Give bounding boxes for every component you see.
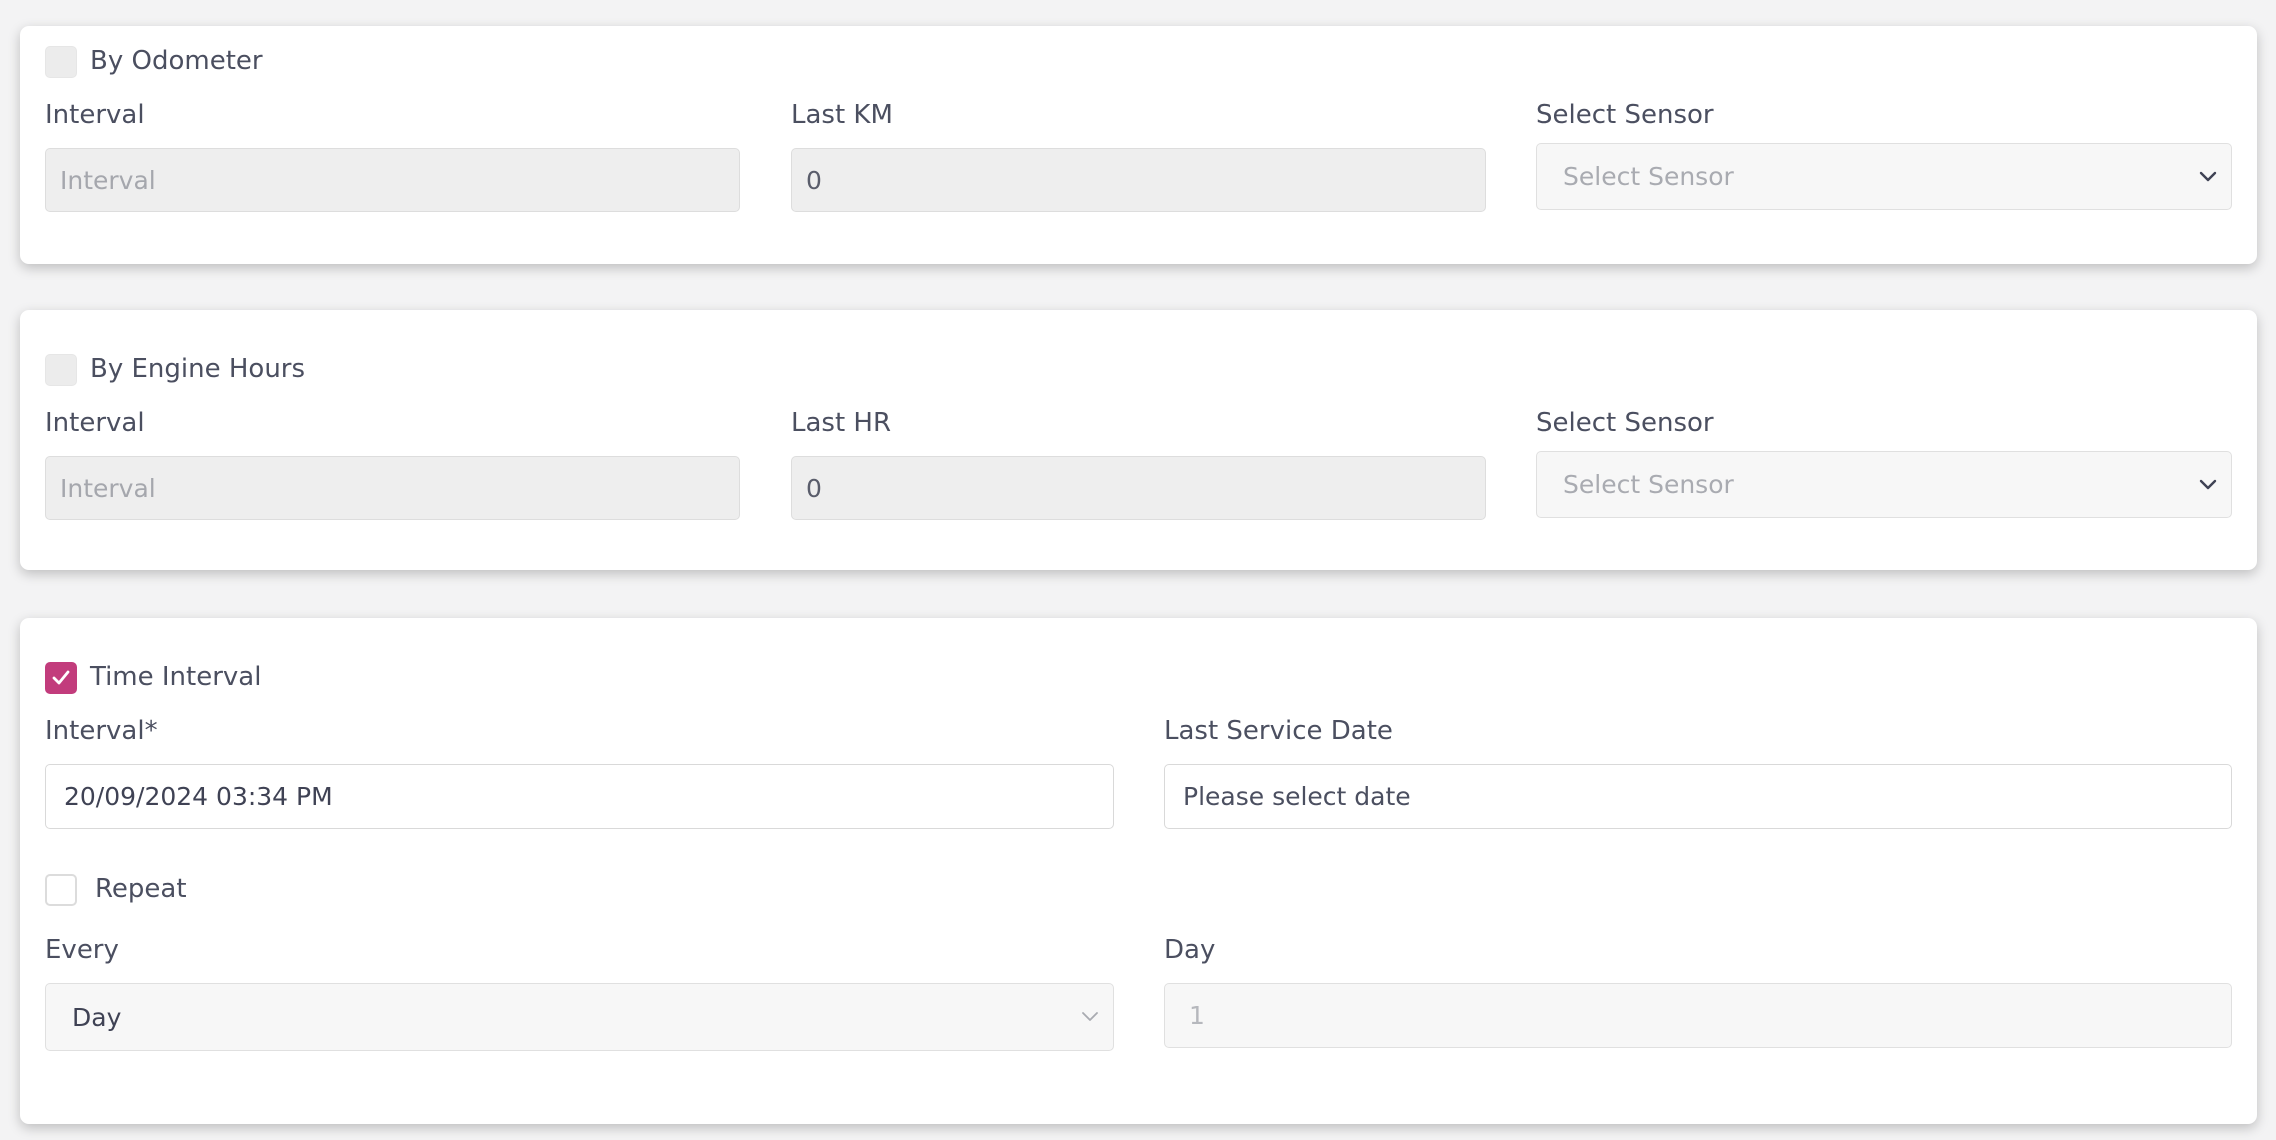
chevron-down-icon	[1082, 1012, 1098, 1021]
odometer-last-km-label: Last KM	[791, 100, 893, 130]
chevron-down-icon	[2199, 171, 2217, 181]
day-value: 1	[1189, 1001, 1205, 1030]
odometer-card: By Odometer Interval Interval Last KM 0 …	[20, 26, 2257, 264]
day-label: Day	[1164, 935, 1216, 965]
time-interval-checkbox-label: Time Interval	[90, 662, 262, 692]
odometer-interval-placeholder: Interval	[60, 165, 156, 195]
checkmark-icon	[52, 670, 70, 685]
odometer-sensor-label: Select Sensor	[1536, 100, 1714, 130]
engine-hours-last-hr-label: Last HR	[791, 408, 892, 438]
day-input[interactable]: 1	[1164, 983, 2232, 1048]
repeat-checkbox[interactable]	[45, 874, 77, 906]
engine-hours-last-hr-input[interactable]: 0	[791, 456, 1486, 520]
time-interval-card: Time Interval Interval* 20/09/2024 03:34…	[20, 618, 2257, 1124]
odometer-sensor-select[interactable]: Select Sensor	[1536, 143, 2232, 210]
odometer-last-km-input[interactable]: 0	[791, 148, 1486, 212]
engine-hours-interval-label: Interval	[45, 408, 145, 438]
engine-hours-interval-placeholder: Interval	[60, 473, 156, 503]
engine-hours-last-hr-value: 0	[806, 473, 822, 503]
time-interval-interval-label: Interval*	[45, 716, 158, 746]
odometer-interval-label: Interval	[45, 100, 145, 130]
engine-hours-interval-input[interactable]: Interval	[45, 456, 740, 520]
odometer-checkbox-label: By Odometer	[90, 46, 263, 76]
engine-hours-card: By Engine Hours Interval Interval Last H…	[20, 310, 2257, 570]
last-service-date-placeholder: Please select date	[1183, 782, 1411, 811]
time-interval-interval-input[interactable]: 20/09/2024 03:34 PM	[45, 764, 1114, 829]
engine-hours-sensor-select[interactable]: Select Sensor	[1536, 451, 2232, 518]
odometer-checkbox[interactable]	[45, 46, 77, 78]
time-interval-checkbox[interactable]	[45, 662, 77, 694]
every-select[interactable]: Day	[45, 983, 1114, 1051]
every-label: Every	[45, 935, 119, 965]
engine-hours-checkbox[interactable]	[45, 354, 77, 386]
engine-hours-sensor-label: Select Sensor	[1536, 408, 1714, 438]
last-service-date-label: Last Service Date	[1164, 716, 1393, 746]
odometer-interval-input[interactable]: Interval	[45, 148, 740, 212]
odometer-sensor-placeholder: Select Sensor	[1563, 162, 1734, 191]
chevron-down-icon	[2199, 479, 2217, 489]
every-selected-value: Day	[72, 1002, 122, 1032]
time-interval-interval-value: 20/09/2024 03:34 PM	[64, 782, 333, 811]
last-service-date-input[interactable]: Please select date	[1164, 764, 2232, 829]
engine-hours-sensor-placeholder: Select Sensor	[1563, 470, 1734, 499]
odometer-last-km-value: 0	[806, 165, 822, 195]
repeat-checkbox-label: Repeat	[95, 874, 187, 904]
engine-hours-checkbox-label: By Engine Hours	[90, 354, 306, 384]
